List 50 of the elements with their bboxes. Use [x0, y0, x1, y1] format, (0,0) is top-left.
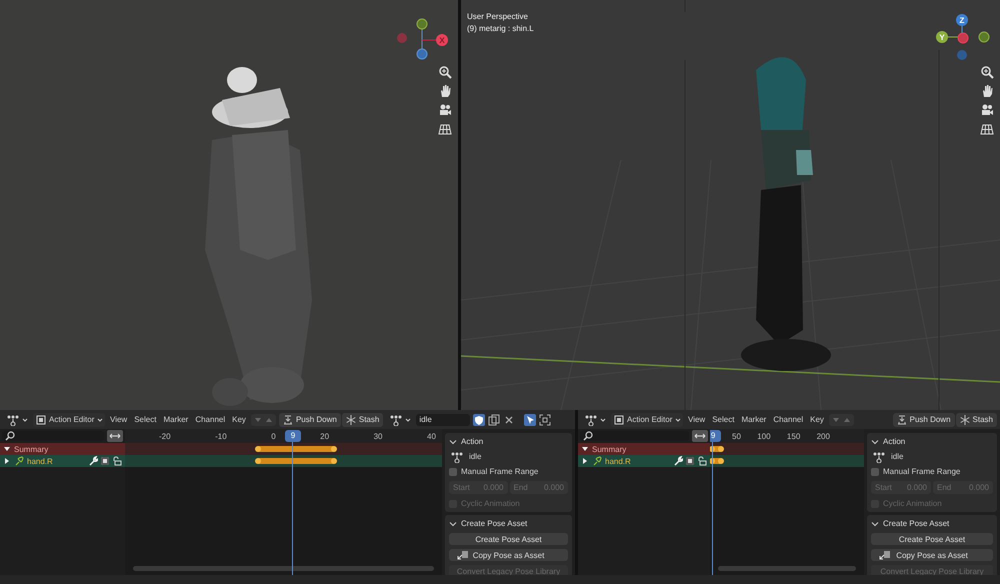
frame-number: 20: [320, 432, 330, 440]
menu-item[interactable]: View: [108, 415, 130, 424]
pose-button[interactable]: Copy Pose as Asset: [871, 549, 993, 561]
panel-title[interactable]: Create Pose Asset: [883, 519, 950, 528]
stash-button[interactable]: Stash: [956, 412, 997, 426]
pose-button[interactable]: Copy Pose as Asset: [449, 549, 568, 561]
editor-mode-dropdown[interactable]: Action Editor: [33, 412, 105, 426]
playhead-frame[interactable]: 9: [710, 430, 722, 442]
menu-item[interactable]: Key: [230, 415, 248, 424]
panel-title[interactable]: Create Pose Asset: [461, 519, 528, 528]
menu-item[interactable]: Select: [132, 415, 158, 424]
menu-item[interactable]: Channel: [771, 415, 806, 424]
menu-item[interactable]: Channel: [193, 415, 228, 424]
checkbox-label: Cyclic Animation: [883, 499, 942, 508]
axis-label: X: [439, 36, 445, 45]
frame-number: -20: [159, 432, 171, 440]
push-down-button[interactable]: Push Down: [892, 412, 955, 426]
push-down-button[interactable]: Push Down: [278, 412, 341, 426]
frame-number: 40: [427, 432, 436, 440]
frame-number: 100: [757, 432, 771, 440]
action-name-field[interactable]: idle: [416, 414, 470, 426]
frame-number: 50: [732, 432, 741, 440]
dropdown-label: Action Editor: [49, 415, 94, 424]
pose-button[interactable]: Create Pose Asset: [871, 533, 993, 545]
checkbox-label: Manual Frame Range: [883, 467, 960, 476]
axis-label: Y: [939, 33, 945, 42]
axis-label: Z: [960, 16, 964, 25]
viewport-info-text: (9) metarig : shin.L: [467, 24, 534, 33]
frame-number: 0: [271, 432, 276, 440]
action-name: idle: [469, 452, 482, 461]
frame-number: 200: [816, 432, 830, 440]
pose-button[interactable]: Create Pose Asset: [449, 533, 568, 545]
panel-title[interactable]: Action: [883, 437, 906, 446]
menu-item[interactable]: Select: [710, 415, 736, 424]
frame-number: 30: [374, 432, 383, 440]
viewport-info-text: User Perspective: [467, 12, 529, 21]
stash-button[interactable]: Stash: [342, 412, 384, 426]
frame-number: 150: [786, 432, 800, 440]
action-name: idle: [891, 452, 904, 461]
checkbox-label: Cyclic Animation: [461, 499, 520, 508]
panel-title[interactable]: Action: [461, 437, 484, 446]
menu-item[interactable]: Marker: [739, 415, 768, 424]
frame-number: -10: [215, 432, 227, 440]
menu-item[interactable]: Marker: [161, 415, 190, 424]
menu-item[interactable]: View: [686, 415, 708, 424]
dropdown-label: Action Editor: [627, 415, 672, 424]
editor-mode-dropdown[interactable]: Action Editor: [611, 412, 683, 426]
playhead-frame[interactable]: 9: [285, 430, 301, 442]
menu-item[interactable]: Key: [808, 415, 826, 424]
checkbox-label: Manual Frame Range: [461, 467, 538, 476]
